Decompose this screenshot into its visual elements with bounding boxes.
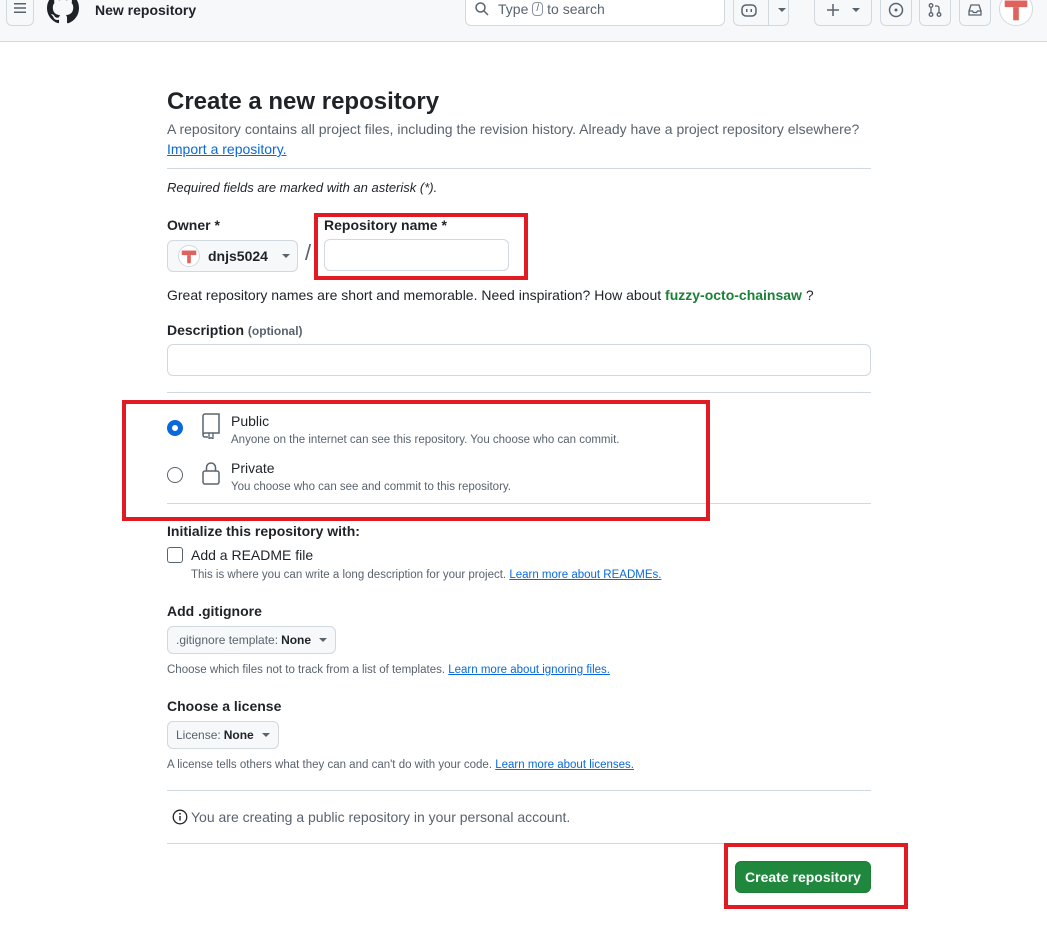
page-title: Create a new repository <box>167 88 440 115</box>
subtitle-text: A repository contains all project files,… <box>167 121 860 137</box>
description-input[interactable] <box>167 344 871 376</box>
license-desc-text: A license tells others what they can and… <box>167 759 493 771</box>
search-shortcut-key: / <box>532 2 544 16</box>
description-label: Description (optional) <box>167 322 303 338</box>
readme-desc-text: This is where you can write a long descr… <box>191 569 507 581</box>
search-placeholder-before: Type <box>498 1 529 17</box>
copilot-icon <box>740 2 758 18</box>
license-select[interactable]: License: None <box>167 721 279 749</box>
owner-select[interactable]: dnjs5024 <box>167 240 298 272</box>
divider <box>167 790 871 791</box>
info-text: You are creating a public repository in … <box>191 809 571 825</box>
add-readme-checkbox[interactable] <box>167 547 183 563</box>
license-description: A license tells others what they can and… <box>167 759 634 771</box>
plus-icon <box>826 3 840 17</box>
license-select-value: None <box>223 728 254 742</box>
optional-tag: (optional) <box>247 324 303 338</box>
divider <box>167 168 871 169</box>
gitignore-description: Choose which files not to track from a l… <box>167 664 610 676</box>
owner-value: dnjs5024 <box>208 248 268 264</box>
required-fields-note: Required fields are marked with an aster… <box>167 180 438 195</box>
pull-requests-button[interactable] <box>919 0 951 26</box>
owner-label: Owner * <box>167 217 220 233</box>
inbox-icon <box>967 2 983 18</box>
chevron-down-icon <box>778 8 786 12</box>
page-subtitle: A repository contains all project files,… <box>167 121 887 161</box>
highlight-create-button <box>724 843 908 909</box>
gitignore-desc-text: Choose which files not to track from a l… <box>167 664 446 676</box>
top-navigation-bar: New repository Type / to search <box>0 0 1047 42</box>
owner-repo-separator: / <box>305 240 312 265</box>
gitignore-learn-more-link[interactable]: Learn more about ignoring files. <box>448 664 610 676</box>
name-suggestion-link[interactable]: fuzzy-octo-chainsaw <box>665 287 802 303</box>
repository-name-hint: Great repository names are short and mem… <box>167 287 814 303</box>
readme-learn-more-link[interactable]: Learn more about READMEs. <box>509 569 661 581</box>
info-icon <box>172 809 188 825</box>
page-context-title: New repository <box>95 2 197 18</box>
search-placeholder-after: to search <box>547 1 605 17</box>
visibility-info-note: You are creating a public repository in … <box>172 809 570 825</box>
gitignore-template-select[interactable]: .gitignore template: None <box>167 626 337 654</box>
chevron-down-icon <box>261 733 270 737</box>
highlight-repository-name <box>314 213 528 280</box>
chevron-down-icon <box>281 254 290 258</box>
owner-avatar <box>178 245 200 267</box>
highlight-visibility-options <box>122 400 710 521</box>
divider <box>167 392 871 393</box>
menu-button[interactable] <box>6 0 34 26</box>
gitignore-select-prefix: .gitignore template: <box>176 633 279 647</box>
description-label-text: Description <box>167 322 245 338</box>
inbox-button[interactable] <box>959 0 991 26</box>
chevron-down-icon <box>319 638 328 642</box>
hamburger-icon <box>12 0 28 21</box>
license-learn-more-link[interactable]: Learn more about licenses. <box>495 759 634 771</box>
github-logo-icon[interactable] <box>47 0 80 24</box>
user-avatar[interactable] <box>999 0 1033 26</box>
search-icon <box>474 1 490 17</box>
initialize-label: Initialize this repository with: <box>167 523 360 539</box>
copilot-button[interactable] <box>733 0 789 26</box>
license-label: Choose a license <box>167 698 282 714</box>
git-pull-request-icon <box>927 2 943 18</box>
search-input[interactable]: Type / to search <box>465 0 725 26</box>
create-new-button[interactable] <box>814 0 872 26</box>
gitignore-label: Add .gitignore <box>167 603 262 619</box>
issues-button[interactable] <box>880 0 912 26</box>
import-repository-link[interactable]: Import a repository. <box>167 141 287 157</box>
add-readme-label[interactable]: Add a README file <box>191 547 313 563</box>
issue-opened-icon <box>888 2 904 18</box>
chevron-down-icon <box>852 8 860 12</box>
license-select-prefix: License: <box>176 728 221 742</box>
hint-end: ? <box>805 287 814 303</box>
gitignore-select-value: None <box>281 633 312 647</box>
readme-description: This is where you can write a long descr… <box>191 569 661 581</box>
hint-text: Great repository names are short and mem… <box>167 287 662 303</box>
